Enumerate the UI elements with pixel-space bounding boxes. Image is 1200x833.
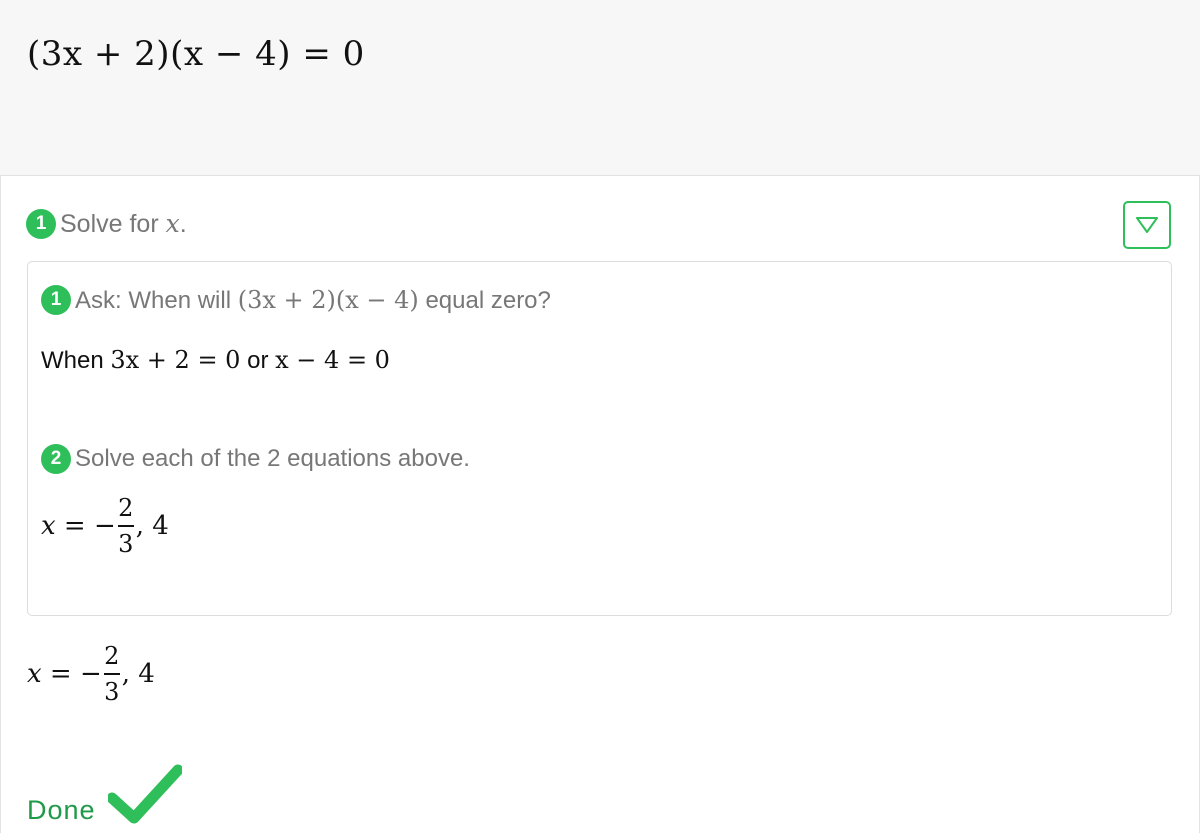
substeps-panel: 1 Ask: When will (3x + 2)(x − 4) equal ze…: [27, 261, 1172, 616]
problem-equation: (3x + 2)(x − 4) = 0: [27, 34, 365, 74]
collapse-steps-button[interactable]: [1123, 201, 1171, 249]
fraction: 2 3: [117, 494, 134, 558]
checkmark-icon: [108, 764, 182, 824]
step-label: Solve for x.: [60, 209, 187, 239]
substep-1-body: When 3x + 2 = 0 or x − 4 = 0: [41, 346, 390, 374]
step-number-badge: 1: [26, 209, 56, 240]
substep-1-title: 1 Ask: When will (3x + 2)(x − 4) equal ze…: [41, 285, 551, 315]
substep-2-answer: x = − 2 3 , 4: [41, 494, 169, 558]
step-1-title: 1 Solve for x.: [26, 209, 187, 240]
done-label: Done: [27, 795, 96, 825]
substep-number-badge: 2: [41, 444, 71, 474]
final-answer: x = − 2 3 , 4: [27, 642, 155, 706]
triangle-down-icon: [1136, 217, 1158, 233]
problem-header: (3x + 2)(x − 4) = 0: [0, 0, 1200, 175]
substep-number-badge: 1: [41, 285, 71, 315]
fraction: 2 3: [103, 642, 120, 706]
substep-2-title: 2 Solve each of the 2 equations above.: [41, 444, 470, 474]
